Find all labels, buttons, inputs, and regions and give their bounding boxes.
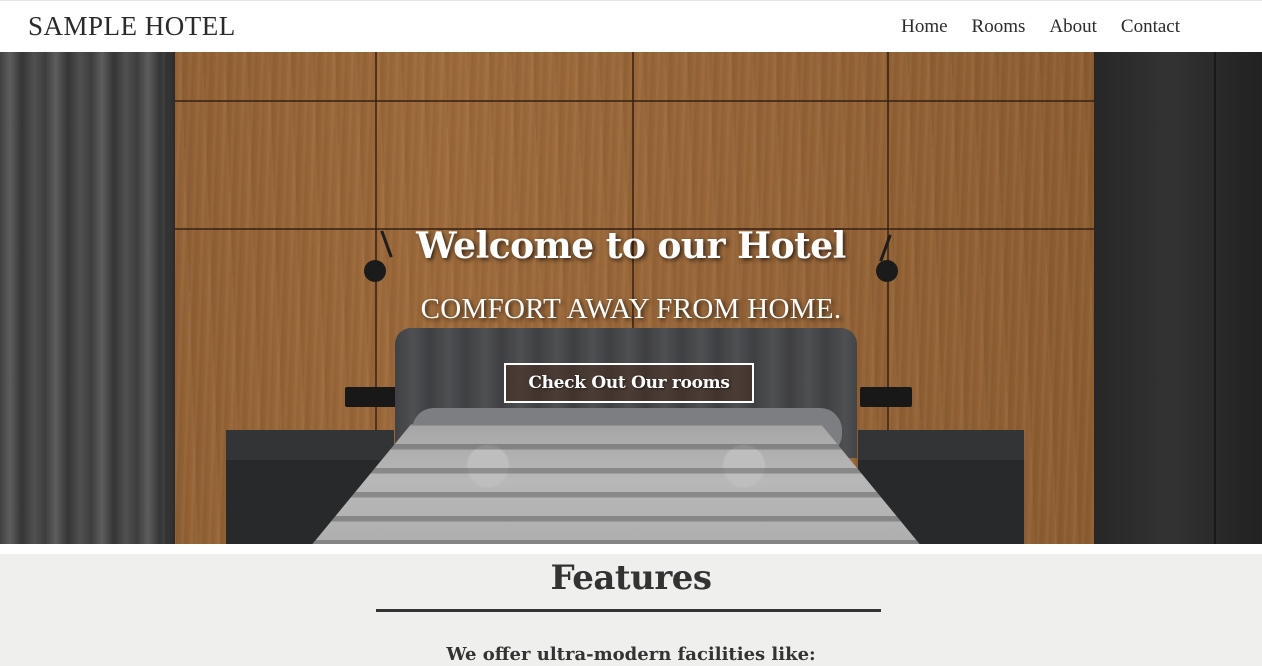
nav-link-contact[interactable]: Contact <box>1121 16 1180 38</box>
section-divider <box>0 544 1262 554</box>
features-heading: Features <box>550 558 712 598</box>
hero-subtitle: COMFORT AWAY FROM HOME. <box>420 293 842 325</box>
page: SAMPLE HOTEL Home Rooms About Contact We… <box>0 0 1262 666</box>
features-section: Features We offer ultra-modern facilitie… <box>0 554 1262 666</box>
navbar: SAMPLE HOTEL Home Rooms About Contact <box>0 0 1262 52</box>
nav-links: Home Rooms About Contact <box>901 16 1180 38</box>
hero-title: Welcome to our Hotel <box>416 225 846 267</box>
nav-link-about[interactable]: About <box>1049 16 1097 38</box>
features-intro-text: We offer ultra-modern facilities like: <box>446 644 816 665</box>
features-underline <box>376 609 881 612</box>
nav-link-home[interactable]: Home <box>901 16 947 38</box>
check-rooms-button[interactable]: Check Out Our rooms <box>504 363 754 403</box>
nav-link-rooms[interactable]: Rooms <box>972 16 1026 38</box>
brand-logo-link[interactable]: SAMPLE HOTEL <box>28 11 236 42</box>
hero-section: Welcome to our Hotel COMFORT AWAY FROM H… <box>0 52 1262 544</box>
